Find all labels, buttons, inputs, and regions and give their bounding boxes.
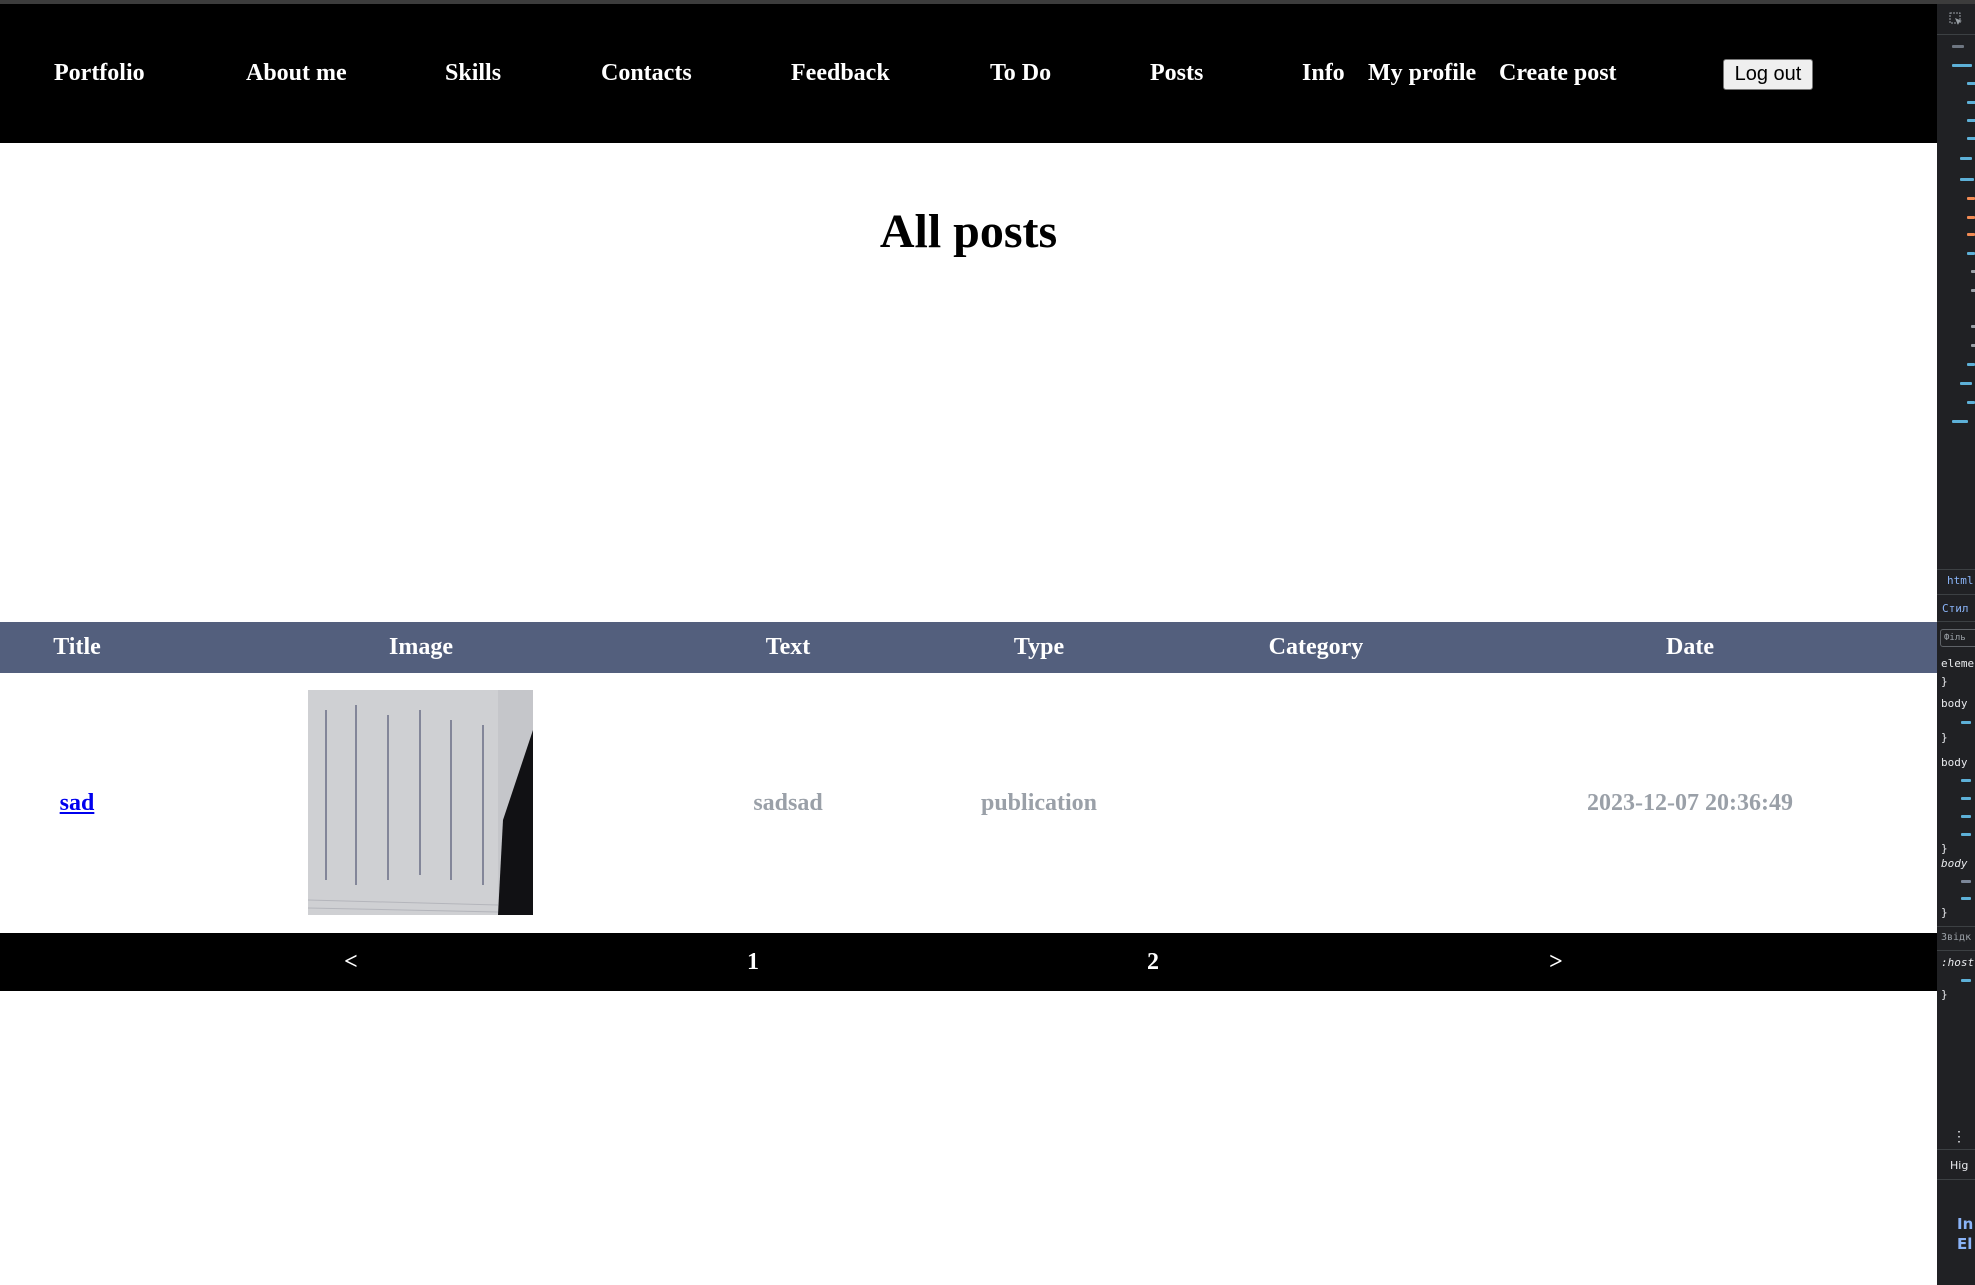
nav-portfolio[interactable]: Portfolio bbox=[54, 59, 145, 87]
styles-filter-input[interactable]: Філь bbox=[1940, 629, 1975, 647]
nav-info[interactable]: Info bbox=[1302, 59, 1345, 87]
nav-create-post[interactable]: Create post bbox=[1499, 59, 1617, 87]
devtools-divider bbox=[1937, 1149, 1975, 1150]
post-image bbox=[308, 690, 533, 915]
breadcrumb-html[interactable]: html bbox=[1947, 574, 1974, 587]
page: Portfolio About me Skills Contacts Feedb… bbox=[0, 4, 1937, 1285]
css-rule-element: eleme bbox=[1941, 657, 1975, 670]
navbar: Portfolio About me Skills Contacts Feedb… bbox=[0, 4, 1937, 143]
inspect-element-icon[interactable] bbox=[1949, 12, 1963, 29]
nav-skills[interactable]: Skills bbox=[445, 59, 501, 87]
column-header-title: Title bbox=[53, 634, 101, 660]
styles-source-label: Звідк bbox=[1941, 932, 1972, 943]
nav-posts[interactable]: Posts bbox=[1150, 59, 1203, 87]
column-header-type: Type bbox=[1013, 634, 1065, 660]
nav-to-do[interactable]: To Do bbox=[990, 59, 1051, 87]
css-rule-body: body bbox=[1941, 697, 1968, 710]
pagination: < 1 2 > bbox=[0, 933, 1937, 991]
devtools-divider bbox=[1937, 950, 1975, 951]
posts-table-header: Title Image Text Type Category Date bbox=[0, 622, 1937, 673]
post-text-cell: sadsad bbox=[753, 790, 823, 816]
devtools-divider bbox=[1937, 1179, 1975, 1180]
devtools-divider bbox=[1937, 621, 1975, 622]
column-header-text: Text bbox=[765, 634, 811, 660]
pagination-page-1[interactable]: 1 bbox=[747, 933, 759, 991]
devtools-divider bbox=[1937, 926, 1975, 927]
devtools-divider bbox=[1937, 34, 1975, 35]
pagination-next[interactable]: > bbox=[1549, 933, 1563, 991]
devtools-promo-text: In El bbox=[1957, 1215, 1974, 1253]
devtools-divider bbox=[1937, 594, 1975, 595]
nav-feedback[interactable]: Feedback bbox=[791, 59, 890, 87]
css-rule-host: :host bbox=[1941, 956, 1975, 969]
nav-my-profile[interactable]: My profile bbox=[1368, 59, 1476, 87]
column-header-category: Category bbox=[1268, 634, 1364, 660]
page-title: All posts bbox=[879, 205, 1058, 258]
nav-about-me[interactable]: About me bbox=[246, 59, 347, 87]
css-rule-body: body bbox=[1941, 857, 1968, 870]
post-title-cell: sad bbox=[60, 673, 95, 933]
devtools-divider bbox=[1937, 569, 1975, 570]
post-title-link[interactable]: sad bbox=[60, 790, 95, 816]
styles-tab[interactable]: Стил bbox=[1942, 602, 1969, 615]
table-row: sad sadsad publication 2023-12-07 20:36:… bbox=[0, 673, 1937, 933]
column-header-date: Date bbox=[1666, 634, 1714, 660]
highlight-label: Hig bbox=[1950, 1159, 1969, 1172]
devtools-panel: html Стил Філь eleme } body } body } bod… bbox=[1937, 4, 1975, 1285]
pagination-prev[interactable]: < bbox=[344, 933, 358, 991]
logout-button[interactable]: Log out bbox=[1723, 59, 1813, 90]
css-rule-body: body bbox=[1941, 756, 1968, 769]
more-options-icon[interactable]: ⋮ bbox=[1952, 1129, 1966, 1145]
post-date-cell: 2023-12-07 20:36:49 bbox=[1587, 790, 1793, 816]
pagination-page-2[interactable]: 2 bbox=[1147, 933, 1159, 991]
nav-contacts[interactable]: Contacts bbox=[601, 59, 692, 87]
post-type-cell: publication bbox=[980, 790, 1098, 816]
column-header-image: Image bbox=[389, 634, 453, 660]
